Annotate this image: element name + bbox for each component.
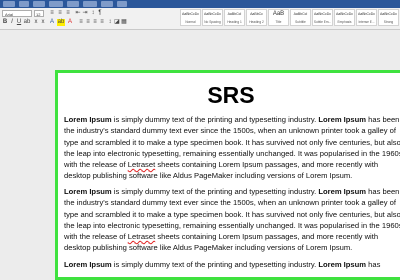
ribbon: Arial 12 B I U ab x x A ab A ≡ ≡ ≡ ⇤ ⇥ ↕… — [0, 0, 400, 30]
increase-indent-icon[interactable]: ⇥ — [82, 10, 88, 17]
bold-icon[interactable]: B — [2, 19, 8, 26]
align-right-icon[interactable]: ≡ — [92, 19, 98, 26]
style-sample: AaBbCc — [250, 12, 263, 16]
underline-icon[interactable]: U — [16, 19, 22, 26]
style-sample: AaBbCcI — [227, 12, 242, 16]
text-run: is simply dummy text of the printing and… — [111, 187, 319, 196]
style-sample: AaBbCcDc — [335, 12, 354, 16]
style-no-spacing[interactable]: AaBbCcDc No Spacing — [202, 9, 223, 26]
bold-run: Lorem Ipsum — [64, 115, 112, 124]
style-name: Normal — [185, 20, 196, 24]
style-sample: AaBbCcDc — [357, 12, 376, 16]
text-effects-icon[interactable]: A — [49, 19, 55, 26]
style-sample: AaBbCcDc — [313, 12, 332, 16]
bold-run: Lorem Ipsum — [318, 115, 367, 124]
ribbon-tab-layout[interactable] — [67, 1, 79, 7]
style-emphasis[interactable]: AaBbCcDc Emphasis — [334, 9, 355, 26]
bullets-icon[interactable]: ≡ — [49, 10, 55, 17]
style-name: Strong — [383, 20, 394, 24]
bold-run: Lorem Ipsum — [318, 260, 367, 269]
document-page[interactable]: SRS Lorem Ipsum is simply dummy text of … — [55, 70, 400, 280]
numbering-icon[interactable]: ≡ — [57, 10, 63, 17]
ribbon-tab-strip — [0, 0, 400, 8]
text-run: is simply dummy text of the printing and… — [111, 260, 319, 269]
style-title[interactable]: AaB Title — [268, 9, 289, 26]
text-run: has — [366, 260, 381, 269]
ribbon-tab-review[interactable] — [117, 1, 127, 7]
style-name: Emphasis — [337, 20, 352, 24]
multilevel-list-icon[interactable]: ≡ — [65, 10, 71, 17]
font-color-icon[interactable]: A — [67, 19, 73, 26]
misspelled-word[interactable]: Letraset — [128, 232, 155, 241]
align-left-icon[interactable]: ≡ — [78, 19, 84, 26]
style-name: Intense E... — [358, 20, 375, 24]
misspelled-word[interactable]: Letraset — [128, 160, 155, 169]
subscript-icon[interactable]: x — [33, 19, 39, 26]
ribbon-tab-design[interactable] — [49, 1, 63, 7]
superscript-icon[interactable]: x — [40, 19, 46, 26]
ribbon-tab-home[interactable] — [19, 1, 29, 7]
justify-icon[interactable]: ≡ — [99, 19, 105, 26]
font-size-box[interactable]: 12 — [34, 10, 44, 17]
ribbon-tab-mailings[interactable] — [101, 1, 113, 7]
body-paragraph[interactable]: Lorem Ipsum is simply dummy text of the … — [64, 114, 400, 182]
decrease-indent-icon[interactable]: ⇤ — [75, 10, 81, 17]
style-subtitle[interactable]: AaBbCcI Subtitle — [290, 9, 311, 26]
italic-icon[interactable]: I — [9, 19, 15, 26]
style-name: Heading 2 — [249, 20, 264, 24]
style-name: Title — [275, 20, 282, 24]
style-heading-1[interactable]: AaBbCcI Heading 1 — [224, 9, 245, 26]
bold-run: Lorem Ipsum — [64, 260, 112, 269]
bold-run: Lorem Ipsum — [318, 187, 367, 196]
sort-icon[interactable]: ↕ — [90, 10, 96, 17]
style-name: No Spacing — [204, 20, 221, 24]
document-title: SRS — [207, 82, 255, 108]
line-spacing-icon[interactable]: ↕ — [107, 19, 113, 26]
body-paragraph[interactable]: Lorem Ipsum is simply dummy text of the … — [64, 186, 400, 254]
ribbon-tab-insert[interactable] — [33, 1, 45, 7]
style-sample: AaBbCcI — [293, 12, 308, 16]
style-intense-emphasis[interactable]: AaBbCcDc Intense E... — [356, 9, 377, 26]
style-normal[interactable]: AaBbCcDc Normal — [180, 9, 201, 26]
font-name-box[interactable]: Arial — [2, 10, 32, 17]
show-formatting-icon[interactable]: ¶ — [97, 10, 103, 17]
highlight-icon[interactable]: ab — [57, 19, 65, 26]
strikethrough-icon[interactable]: ab — [23, 19, 31, 26]
borders-icon[interactable]: ▦ — [121, 19, 127, 26]
style-name: Subtle Em... — [313, 20, 332, 24]
ribbon-tab-file[interactable] — [3, 1, 15, 7]
style-sample: AaBbCcDc — [379, 12, 398, 16]
shading-icon[interactable]: ◪ — [114, 19, 120, 26]
style-sample: AaB — [272, 11, 285, 17]
style-sample: AaBbCcDc — [203, 12, 222, 16]
body-paragraph[interactable]: Lorem Ipsum is simply dummy text of the … — [64, 259, 400, 270]
bold-run: Lorem Ipsum — [64, 187, 112, 196]
style-heading-2[interactable]: AaBbCc Heading 2 — [246, 9, 267, 26]
align-center-icon[interactable]: ≡ — [85, 19, 91, 26]
style-subtle-emphasis[interactable]: AaBbCcDc Subtle Em... — [312, 9, 333, 26]
style-sample: AaBbCcDc — [181, 12, 200, 16]
ribbon-tab-references[interactable] — [83, 1, 97, 7]
style-strong[interactable]: AaBbCcDc Strong — [378, 9, 399, 26]
style-name: Subtitle — [295, 20, 306, 24]
style-name: Heading 1 — [227, 20, 242, 24]
text-run: is simply dummy text of the printing and… — [111, 115, 319, 124]
